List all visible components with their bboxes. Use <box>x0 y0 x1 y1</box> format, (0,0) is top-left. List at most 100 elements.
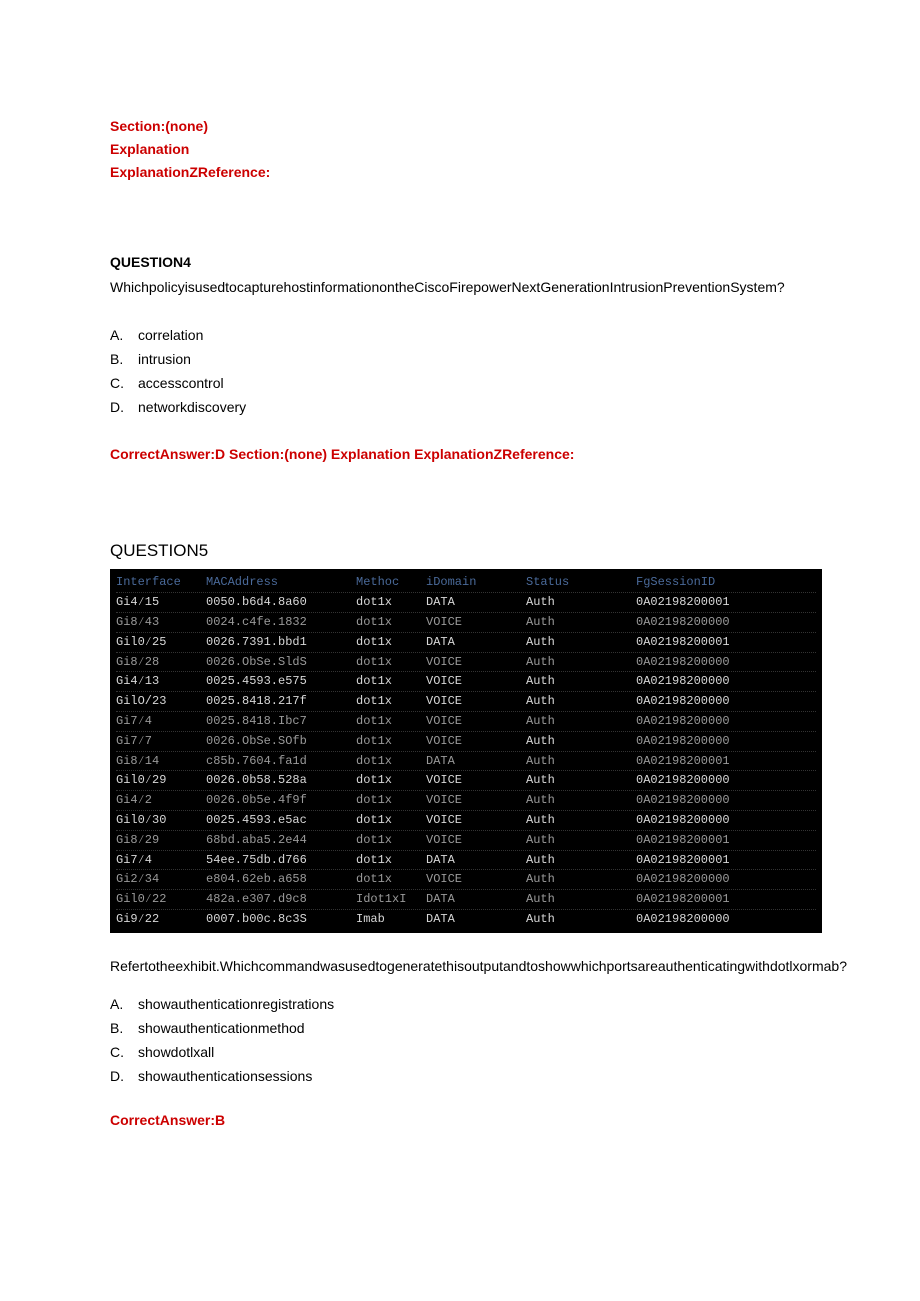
section-line: Section:(none) <box>229 446 327 462</box>
cell-c3: dot1x <box>356 852 426 869</box>
cell-c2: 0025.4593.e5ac <box>206 812 356 829</box>
cell-c4: DATA <box>426 753 526 770</box>
cell-c5: Auth <box>526 871 636 888</box>
option-item: D.showauthenticationsessions <box>110 1068 810 1084</box>
table-row: Gi7∕70026.ObSe.SOfbdot1xVOICEAuth0A02198… <box>116 732 816 752</box>
cell-c1: Gi8∕14 <box>116 753 206 770</box>
table-row: Gil0∕22482a.e307.d9c8Idot1xIDATAAuth0A02… <box>116 890 816 910</box>
cell-c2: 0026.0b58.528a <box>206 772 356 789</box>
cell-c2: 482a.e307.d9c8 <box>206 891 356 908</box>
cell-c5: Auth <box>526 733 636 750</box>
option-item: B.intrusion <box>110 351 810 367</box>
cell-c6: 0A02198200000 <box>636 673 816 690</box>
option-text: showauthenticationsessions <box>138 1068 312 1084</box>
cell-c5: Auth <box>526 693 636 710</box>
cell-c5: Auth <box>526 713 636 730</box>
table-row: Gil0∕290026.0b58.528adot1xVOICEAuth0A021… <box>116 771 816 791</box>
cell-c2: 0007.b00c.8c3S <box>206 911 356 928</box>
cell-c6: 0A02198200001 <box>636 753 816 770</box>
cell-c2: 68bd.aba5.2e44 <box>206 832 356 849</box>
cell-c2: 0025.4593.e575 <box>206 673 356 690</box>
cell-c2: 0026.ObSe.SldS <box>206 654 356 671</box>
explanation-line: Explanation <box>110 138 810 161</box>
option-letter: A. <box>110 996 138 1012</box>
table-row: Gi7∕454ee.75db.d766dot1xDATAAuth0A021982… <box>116 851 816 871</box>
table-row: Gi4∕130025.4593.e575dot1xVOICEAuth0A0219… <box>116 672 816 692</box>
cell-c4: DATA <box>426 911 526 928</box>
option-text: showauthenticationmethod <box>138 1020 305 1036</box>
question-5: QUESTION5 Interface MACAddress Methoc iD… <box>110 541 810 1127</box>
col-method: Methoc <box>356 574 426 591</box>
cell-c4: VOICE <box>426 832 526 849</box>
option-letter: D. <box>110 1068 138 1084</box>
cell-c1: Gi8∕43 <box>116 614 206 631</box>
cell-c1: Gi4∕2 <box>116 792 206 809</box>
cell-c5: Auth <box>526 634 636 651</box>
table-row: Gi4∕20026.0b5e.4f9fdot1xVOICEAuth0A02198… <box>116 791 816 811</box>
table-row: Gi8∕280026.ObSe.SldSdot1xVOICEAuth0A0219… <box>116 653 816 673</box>
cell-c6: 0A02198200000 <box>636 812 816 829</box>
cell-c4: VOICE <box>426 654 526 671</box>
col-mac: MACAddress <box>206 574 356 591</box>
cell-c1: Gi9∕22 <box>116 911 206 928</box>
cell-c6: 0A02198200001 <box>636 634 816 651</box>
cell-c1: Gil0∕25 <box>116 634 206 651</box>
cell-c2: 0025.8418.Ibc7 <box>206 713 356 730</box>
option-text: correlation <box>138 327 203 343</box>
terminal-exhibit: Interface MACAddress Methoc iDomain Stat… <box>110 569 822 932</box>
cell-c3: dot1x <box>356 673 426 690</box>
option-letter: C. <box>110 375 138 391</box>
cell-c6: 0A02198200000 <box>636 772 816 789</box>
cell-c3: dot1x <box>356 654 426 671</box>
cell-c2: 0050.b6d4.8a60 <box>206 594 356 611</box>
cell-c5: Auth <box>526 891 636 908</box>
option-item: C.showdotlxall <box>110 1044 810 1060</box>
cell-c5: Auth <box>526 654 636 671</box>
cell-c4: VOICE <box>426 871 526 888</box>
cell-c3: dot1x <box>356 871 426 888</box>
cell-c5: Auth <box>526 753 636 770</box>
correct-answer-line: CorrectAnswer:B <box>110 1112 810 1128</box>
option-letter: B. <box>110 1020 138 1036</box>
cell-c6: 0A02198200000 <box>636 733 816 750</box>
table-header-row: Interface MACAddress Methoc iDomain Stat… <box>116 573 816 593</box>
cell-c3: dot1x <box>356 772 426 789</box>
cell-c1: GilO/23 <box>116 693 206 710</box>
question-text: Whichpolicyisusedtocapturehostinformatio… <box>110 276 810 299</box>
table-row: Gil0∕300025.4593.e5acdot1xVOICEAuth0A021… <box>116 811 816 831</box>
option-item: B.showauthenticationmethod <box>110 1020 810 1036</box>
option-text: showdotlxall <box>138 1044 214 1060</box>
cell-c2: 0026.ObSe.SOfb <box>206 733 356 750</box>
cell-c1: Gi4∕13 <box>116 673 206 690</box>
question-text: Refertotheexhibit.Whichcommandwasusedtog… <box>110 955 810 978</box>
cell-c3: Imab <box>356 911 426 928</box>
cell-c3: dot1x <box>356 832 426 849</box>
table-row: Gi9∕220007.b00c.8c3SImabDATAAuth0A021982… <box>116 910 816 929</box>
cell-c4: VOICE <box>426 792 526 809</box>
cell-c1: Gi8∕29 <box>116 832 206 849</box>
cell-c4: VOICE <box>426 713 526 730</box>
cell-c1: Gil0∕22 <box>116 891 206 908</box>
option-letter: B. <box>110 351 138 367</box>
cell-c6: 0A02198200000 <box>636 792 816 809</box>
cell-c6: 0A02198200001 <box>636 594 816 611</box>
question-4: QUESTION4 Whichpolicyisusedtocapturehost… <box>110 254 810 466</box>
cell-c6: 0A02198200001 <box>636 891 816 908</box>
cell-c5: Auth <box>526 832 636 849</box>
cell-c4: VOICE <box>426 772 526 789</box>
cell-c4: DATA <box>426 852 526 869</box>
cell-c3: dot1x <box>356 634 426 651</box>
cell-c6: 0A02198200001 <box>636 852 816 869</box>
cell-c3: dot1x <box>356 713 426 730</box>
expref-line: ExplanationZReference: <box>110 161 810 184</box>
cell-c3: dot1x <box>356 753 426 770</box>
cell-c3: dot1x <box>356 614 426 631</box>
cell-c1: Gi8∕28 <box>116 654 206 671</box>
cell-c6: 0A02198200000 <box>636 654 816 671</box>
cell-c1: Gi7∕4 <box>116 852 206 869</box>
cell-c1: Gi7∕7 <box>116 733 206 750</box>
cell-c1: Gi2∕34 <box>116 871 206 888</box>
col-interface: Interface <box>116 574 206 591</box>
expref-line: ExplanationZReference: <box>414 446 574 462</box>
cell-c2: c85b.7604.fa1d <box>206 753 356 770</box>
